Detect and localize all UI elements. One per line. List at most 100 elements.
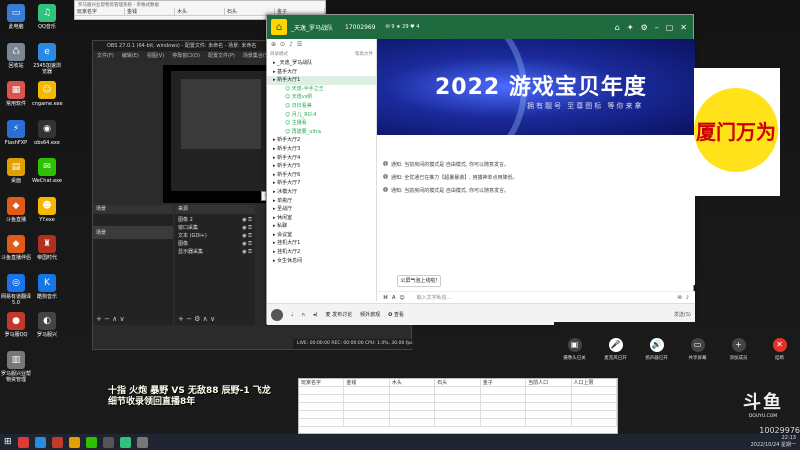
tree-mode-label[interactable]: 目录模式 xyxy=(270,51,288,59)
bottom-item-view[interactable]: ✪ 查看 xyxy=(388,311,404,318)
add-icon[interactable]: ⊕ xyxy=(271,41,276,49)
tree-channel[interactable]: ▸ 基手大厅 xyxy=(267,68,376,77)
tree-channel[interactable]: ▸ 会议室 xyxy=(267,231,376,240)
excel-cell[interactable] xyxy=(344,395,390,403)
tree-channel[interactable]: ▸ 新手大厅5 xyxy=(267,162,376,171)
taskbar-app-icon[interactable] xyxy=(119,436,131,448)
volume-icon[interactable]: ◂) xyxy=(313,312,317,318)
meeting-button[interactable]: 🎤 麦克风已开 xyxy=(596,337,636,361)
excel-cell[interactable] xyxy=(299,411,345,419)
excel-header-cell[interactable]: 当前人口 xyxy=(526,379,572,387)
tree-user[interactable]: ☺ 日日看美 xyxy=(267,102,376,111)
excel-cell[interactable] xyxy=(344,403,390,411)
excel-header-cell[interactable]: 木头 xyxy=(389,379,436,387)
excel-header-cell[interactable]: 金钱 xyxy=(344,379,390,387)
home-icon[interactable]: ⌂ xyxy=(615,23,620,32)
excel-cell[interactable] xyxy=(299,419,345,427)
taskbar-app-icon[interactable] xyxy=(136,436,148,448)
bubble-notice[interactable]: 公屏气泡上线啦! xyxy=(397,275,441,287)
tree-user[interactable]: ☺ 主播看 xyxy=(267,119,376,128)
excel-cell[interactable] xyxy=(571,395,617,403)
desktop-icon[interactable]: ☺ cngame.exe xyxy=(32,81,63,107)
desktop-icon[interactable]: ◐ 罗马服兴 xyxy=(32,312,62,338)
excel-cell[interactable] xyxy=(571,411,617,419)
excel-cell[interactable] xyxy=(526,387,572,395)
location-icon[interactable]: ⊙ xyxy=(280,41,285,49)
tree-user[interactable]: ☺ 天逸-半手之王 xyxy=(267,85,376,94)
skin-icon[interactable]: ✦ xyxy=(627,23,634,32)
desktop-icon[interactable]: ♺ 回收站 xyxy=(1,42,31,69)
obs-menu-item[interactable]: 文件(F) xyxy=(97,51,114,61)
emoji-icon[interactable]: ☺ xyxy=(399,295,404,301)
tree-user[interactable]: ☺ 再建要_ultra xyxy=(267,128,376,137)
excel-header-cell[interactable]: 木头 xyxy=(175,8,225,16)
tree-channel[interactable]: ▸ _天逸_罗马战队 xyxy=(267,59,376,68)
obs-source-item[interactable]: 图像 2 ◉ ⚿ xyxy=(178,216,252,224)
people-icon[interactable]: ☰ xyxy=(297,41,302,49)
desktop-icon[interactable]: ▤ 桌面 xyxy=(1,158,31,184)
excel-cell[interactable] xyxy=(435,419,481,427)
taskbar-app-icon[interactable] xyxy=(102,436,114,448)
chat-bubble-icon[interactable]: ✉ xyxy=(678,295,682,301)
system-tray[interactable]: 22:13 2022/10/24 星期一 xyxy=(751,435,796,449)
excel-cell[interactable] xyxy=(344,387,390,395)
avatar[interactable] xyxy=(271,308,283,321)
tree-channel[interactable]: ▸ 休闲室 xyxy=(267,214,376,223)
bottom-item-watch[interactable]: 频外旅观 xyxy=(360,311,380,318)
desktop-icon[interactable]: ▦ 常用软件 xyxy=(1,81,31,107)
obs-source-item[interactable]: 显示器采集 ◉ ⚿ xyxy=(178,248,252,256)
close-icon[interactable]: ✕ xyxy=(680,23,687,32)
excel-header-cell[interactable]: 金子 xyxy=(480,379,527,387)
tree-channel[interactable]: ▸ 挂机大厅2 xyxy=(267,248,376,257)
excel-cell[interactable] xyxy=(344,411,390,419)
settings-icon[interactable]: ⚙ xyxy=(641,23,648,32)
taskbar-app-icon[interactable] xyxy=(85,436,97,448)
excel-cell[interactable] xyxy=(526,395,572,403)
desktop-icon[interactable]: ▥ 罗马服兴业帮物资管理 xyxy=(1,350,31,383)
obs-menu-item[interactable]: 停靠窗口(D) xyxy=(172,51,200,61)
gamepad-icon[interactable]: ⌘ xyxy=(383,295,388,301)
obs-source-item[interactable]: 图像 ◉ ⚿ xyxy=(178,240,252,248)
minimize-icon[interactable]: – xyxy=(655,23,659,32)
tree-channel[interactable]: ▸ 新手大厅4 xyxy=(267,154,376,163)
visibility-lock-icon[interactable]: ◉ ⚿ xyxy=(242,248,252,256)
tree-channel[interactable]: ▸ 新手大厅1 xyxy=(267,76,376,85)
desktop-icon[interactable]: ◆ 斗鱼直播伴侣 xyxy=(1,235,31,261)
start-icon[interactable]: ⊞ xyxy=(4,437,12,447)
tree-channel[interactable]: ▸ 新手大厅3 xyxy=(267,145,376,154)
excel-cell[interactable] xyxy=(526,411,572,419)
desktop-icon[interactable]: K 酷狗音乐 xyxy=(32,273,62,300)
excel-cell[interactable] xyxy=(344,419,390,427)
desktop-icon[interactable]: ● 罗马服QQ xyxy=(1,312,31,338)
excel-header-cell[interactable]: 玩家名字 xyxy=(75,8,125,16)
excel-cell[interactable] xyxy=(389,419,436,427)
obs-menu-item[interactable]: 视图(V) xyxy=(147,51,164,61)
desktop-icon[interactable]: ▭ 此电脑 xyxy=(1,4,31,30)
excel-header-cell[interactable]: 人口上限 xyxy=(571,379,617,387)
excel-cell[interactable] xyxy=(571,419,617,427)
desktop-icon[interactable]: ◎ 网易有道翻译 5.0 xyxy=(1,273,31,306)
meeting-button[interactable]: ▣ 摄像头已关 xyxy=(555,337,595,361)
send-button[interactable]: 发送(S) xyxy=(674,311,691,318)
meeting-button[interactable]: 🔊 扬声器已开 xyxy=(637,337,677,361)
tree-channel[interactable]: ▸ 新手大厅7 xyxy=(267,179,376,188)
excel-cell[interactable] xyxy=(571,387,617,395)
excel-cell[interactable] xyxy=(480,403,527,411)
excel-cell[interactable] xyxy=(389,403,436,411)
excel-cell[interactable] xyxy=(389,387,436,395)
font-icon[interactable]: A xyxy=(392,295,395,301)
tree-user[interactable]: ☺ 月儿_RO.4 xyxy=(267,111,376,120)
taskbar-app-icon[interactable] xyxy=(51,436,63,448)
desktop-icon[interactable]: ☻ YY.exe xyxy=(32,196,62,223)
excel-header-cell[interactable]: 金钱 xyxy=(125,8,175,16)
excel-cell[interactable] xyxy=(571,403,617,411)
visibility-lock-icon[interactable]: ◉ ⚿ xyxy=(242,216,252,224)
excel-cell[interactable] xyxy=(480,395,527,403)
obs-source-item[interactable]: 窗口采集 ◉ ⚿ xyxy=(178,224,252,232)
desktop-icon[interactable]: ◆ 斗鱼直播 xyxy=(1,196,31,223)
tree-user[interactable]: ☺ 天逸vs帆 xyxy=(267,93,376,102)
maximize-icon[interactable]: ▢ xyxy=(666,23,674,32)
desktop-icon[interactable]: ◉ obs64.exe xyxy=(32,119,62,146)
tree-channel[interactable]: ▸ 单挑厅 xyxy=(267,197,376,206)
promo-banner[interactable]: 2022 游戏宝贝年度 拥有靓号 至尊图标 等你来拿 xyxy=(377,39,695,135)
